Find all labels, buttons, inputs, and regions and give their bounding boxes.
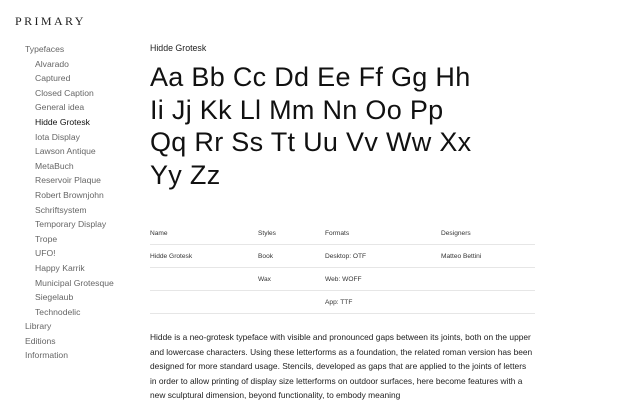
nav-font-item[interactable]: Iota Display — [25, 130, 145, 145]
nav-font-item[interactable]: Municipal Grotesque — [25, 276, 145, 291]
nav-font-item[interactable]: Technodelic — [25, 305, 145, 320]
alphabet-specimen: Aa Bb Cc Dd Ee Ff Gg Hh Ii Jj Kk Ll Mm N… — [150, 61, 535, 191]
cell-designer — [441, 267, 535, 291]
nav-font-item[interactable]: Schriftsystem — [25, 203, 145, 218]
header-styles: Styles — [258, 222, 325, 245]
nav-font-item[interactable]: Closed Caption — [25, 86, 145, 101]
nav-information[interactable]: Information — [25, 348, 145, 363]
nav-font-item-active[interactable]: Hidde Grotesk — [25, 115, 145, 130]
nav-font-item[interactable]: Robert Brownjohn — [25, 188, 145, 203]
nav-font-item[interactable]: Captured — [25, 71, 145, 86]
nav-font-item[interactable]: General idea — [25, 100, 145, 115]
nav-editions[interactable]: Editions — [25, 334, 145, 349]
table-header-row: Name Styles Formats Designers — [150, 222, 535, 245]
table-row: Wax Web: WOFF — [150, 267, 535, 291]
cell-designer: Matteo Bettini — [441, 244, 535, 268]
typeface-description: Hidde is a neo-grotesk typeface with vis… — [150, 332, 533, 400]
nav-font-item[interactable]: Temporary Display — [25, 217, 145, 232]
specimen-line: Yy Zz — [150, 159, 221, 190]
sidebar-nav: Typefaces Alvarado Captured Closed Capti… — [25, 42, 145, 363]
nav-font-item[interactable]: Trope — [25, 232, 145, 247]
typeface-list: Alvarado Captured Closed Caption General… — [25, 57, 145, 320]
header-name: Name — [150, 222, 258, 245]
nav-library[interactable]: Library — [25, 319, 145, 334]
nav-typefaces[interactable]: Typefaces — [25, 42, 145, 57]
header-designers: Designers — [441, 222, 535, 245]
cell-style — [258, 290, 325, 314]
cell-style: Wax — [258, 267, 325, 291]
nav-font-item[interactable]: Lawson Antique — [25, 144, 145, 159]
table-row: App: TTF — [150, 290, 535, 314]
table-row: Hidde Grotesk Book Desktop: OTF Matteo B… — [150, 244, 535, 268]
brand-logo[interactable]: PRIMARY — [15, 14, 86, 29]
nav-font-item[interactable]: Happy Karrik — [25, 261, 145, 276]
specimen-line: Qq Rr Ss Tt Uu Vv Ww Xx — [150, 127, 472, 158]
typeface-detail: Hidde Grotesk Aa Bb Cc Dd Ee Ff Gg Hh Ii… — [150, 43, 535, 191]
font-title: Hidde Grotesk — [150, 43, 207, 53]
nav-font-item[interactable]: MetaBuch — [25, 159, 145, 174]
nav-font-item[interactable]: Reservoir Plaque — [25, 173, 145, 188]
specimen-line: Ii Jj Kk Ll Mm Nn Oo Pp — [150, 94, 444, 125]
cell-format: App: TTF — [325, 290, 441, 314]
cell-designer — [441, 290, 535, 314]
header-formats: Formats — [325, 222, 441, 245]
nav-font-item[interactable]: Siegelaub — [25, 290, 145, 305]
cell-format: Desktop: OTF — [325, 244, 441, 268]
nav-font-item[interactable]: UFO! — [25, 246, 145, 261]
nav-font-item[interactable]: Alvarado — [25, 57, 145, 72]
cell-format: Web: WOFF — [325, 267, 441, 291]
font-info-table: Name Styles Formats Designers Hidde Grot… — [150, 222, 535, 314]
specimen-line: Aa Bb Cc Dd Ee Ff Gg Hh — [150, 62, 471, 92]
cell-name — [150, 267, 258, 291]
cell-name: Hidde Grotesk — [150, 244, 258, 268]
cell-name — [150, 290, 258, 314]
cell-style: Book — [258, 244, 325, 268]
